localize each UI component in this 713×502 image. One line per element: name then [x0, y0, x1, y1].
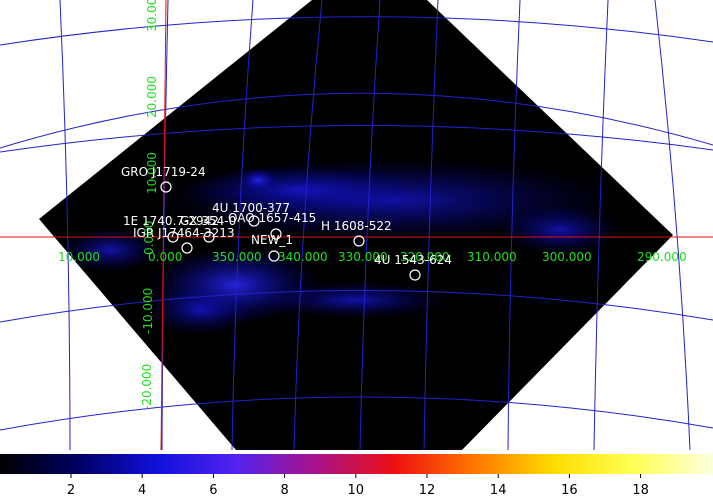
colorbar-tick-label: 6	[209, 483, 217, 498]
sky-map-viewer[interactable]: 10.000 0.000 350.000 340.000 330.000 320…	[0, 0, 713, 498]
colorbar-tick-label: 4	[138, 483, 146, 498]
emission-blob	[238, 168, 278, 192]
longitude-label: 340.000	[278, 250, 328, 264]
latitude-label: 20.000	[145, 76, 159, 118]
colorbar-tick-label: 8	[280, 483, 288, 498]
colorbar-tick-label: 14	[490, 483, 507, 498]
colorbar-tick-label: 16	[561, 483, 578, 498]
colorbar-gradient	[0, 454, 713, 474]
longitude-label: 300.000	[542, 250, 592, 264]
colorbar-ticks: 2 4 6 8 10 12 14 16 18	[67, 474, 649, 498]
sky-map[interactable]: 10.000 0.000 350.000 340.000 330.000 320…	[0, 0, 713, 450]
source-label: GRO J1719-24	[121, 165, 206, 179]
source-label: IGR J17464-3213	[133, 226, 235, 240]
emission-band	[260, 282, 450, 318]
source-label: 4U 1543-624	[374, 253, 452, 267]
longitude-label: 10.000	[58, 250, 100, 264]
emission-blob	[145, 285, 255, 335]
colorbar[interactable]: 2 4 6 8 10 12 14 16 18	[0, 450, 713, 498]
longitude-label: 290.000	[637, 250, 687, 264]
source-label: OAO 1657-415	[228, 211, 316, 225]
colorbar-tick-label: 10	[348, 483, 365, 498]
latitude-label: 30.000	[145, 0, 159, 32]
latitude-label: -20.000	[140, 364, 154, 410]
colorbar-tick-label: 12	[419, 483, 436, 498]
longitude-label: 310.000	[467, 250, 517, 264]
source-label: NEW_1	[251, 233, 293, 247]
colorbar-tick-label: 18	[632, 483, 649, 498]
colorbar-tick-label: 2	[67, 483, 75, 498]
emission-blob	[500, 205, 620, 255]
source-label: H 1608-522	[321, 219, 392, 233]
latitude-label: -10.000	[141, 288, 155, 334]
longitude-label: 350.000	[212, 250, 262, 264]
colorbar-panel: 2 4 6 8 10 12 14 16 18	[0, 450, 713, 498]
